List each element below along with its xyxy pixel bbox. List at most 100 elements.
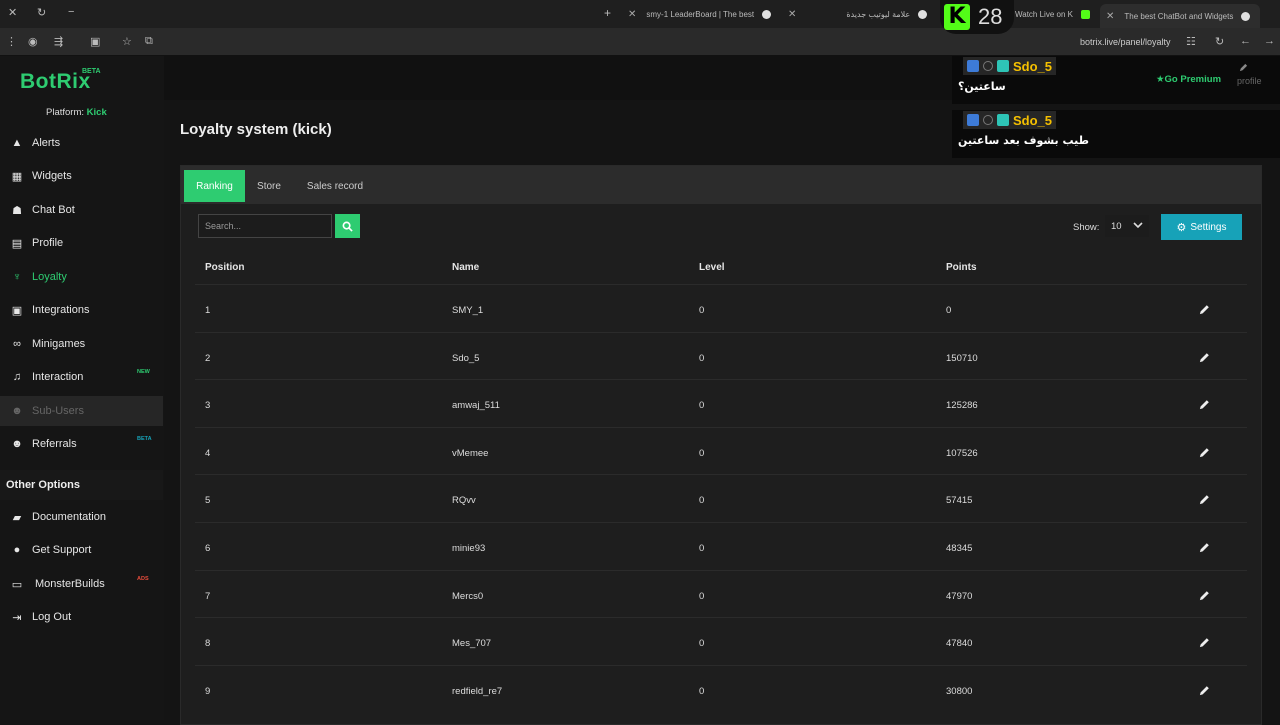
sidebar-item-referrals[interactable]: ☻ Referrals — [0, 429, 163, 459]
edit-button[interactable] — [1199, 683, 1210, 701]
cell-level: 0 — [699, 400, 705, 412]
site-settings-icon[interactable]: ☷ — [1186, 35, 1196, 48]
cell-points: 125286 — [946, 400, 978, 412]
badge-icon — [983, 115, 993, 125]
menu-dots-icon[interactable]: ⋮ — [6, 35, 17, 48]
tab-sales-record[interactable]: Sales record — [295, 170, 375, 202]
sidebar-item-profile[interactable]: ▤ Profile — [0, 228, 163, 258]
browser-tab-arabic[interactable]: ✕ علامة ليوتيب جديدة — [788, 4, 936, 24]
settings-button[interactable]: ⚙ Settings — [1161, 214, 1242, 240]
pencil-icon — [1199, 305, 1209, 315]
table-row: 7 Mercs0 0 47970 — [195, 569, 1247, 617]
sidebar-item-sub-users[interactable]: ☻ Sub-Users — [0, 396, 163, 426]
edit-button[interactable] — [1199, 397, 1210, 415]
page-size-select[interactable]: 10 — [1105, 215, 1149, 237]
grid-icon: ▦ — [11, 170, 23, 183]
question-icon: ● — [13, 544, 21, 556]
close-window-icon[interactable]: ✕ — [8, 6, 17, 19]
share-icon[interactable]: ⧉ — [145, 35, 153, 48]
close-tab-icon[interactable]: ✕ — [628, 9, 636, 20]
browser-tab-botrix[interactable]: ✕ The best ChatBot and Widgets — [1100, 4, 1260, 28]
sidebar-item-alerts[interactable]: ▲ Alerts — [0, 128, 163, 158]
kick-favicon-icon — [1080, 9, 1090, 19]
screenshot-icon[interactable]: ▣ — [90, 35, 100, 48]
table-row: 6 minie93 0 48345 — [195, 522, 1247, 569]
cell-position: 5 — [205, 495, 211, 507]
platform-indicator: Platform: Kick — [46, 107, 107, 118]
go-premium-link[interactable]: ★Go Premium — [1156, 74, 1221, 85]
tab-search-icon[interactable]: ⇶ — [54, 35, 63, 48]
new-tab-icon[interactable]: + — [604, 6, 611, 20]
table-row: 5 RQvv 0 57415 — [195, 474, 1247, 521]
book-icon: ▰ — [12, 511, 22, 524]
cell-level: 0 — [699, 543, 705, 554]
logout-icon: ⇥ — [12, 611, 22, 624]
url-field[interactable]: botrix.live/panel/loyalty — [1080, 37, 1171, 47]
column-header-position[interactable]: Position — [205, 262, 244, 273]
search-input[interactable] — [198, 214, 332, 238]
chevron-down-icon — [1133, 222, 1143, 229]
users-icon: ☻ — [11, 405, 23, 417]
cell-points: 47840 — [946, 638, 973, 650]
edit-button[interactable] — [1199, 540, 1210, 558]
sidebar-item-integrations[interactable]: ▣ Integrations — [0, 295, 163, 325]
cell-level: 0 — [699, 495, 705, 507]
sidebar-item-chat-bot[interactable]: ☗ Chat Bot — [0, 195, 163, 225]
edit-button[interactable] — [1199, 302, 1210, 320]
kick-viewer-count: 28 — [978, 4, 1003, 29]
tab-favicon-icon — [762, 9, 772, 19]
gears-icon: ⚙ — [1176, 221, 1187, 234]
chat-message-text: طيب بشوف بعد ساعتين — [958, 134, 1090, 147]
badge-icon — [967, 60, 979, 72]
edit-button[interactable] — [1199, 588, 1210, 606]
table-row: 8 Mes_707 0 47840 — [195, 617, 1247, 664]
brand-beta-badge: BETA — [82, 68, 101, 75]
cell-position: 7 — [205, 590, 211, 602]
reload-icon[interactable]: ↻ — [1215, 35, 1224, 48]
sidebar-item-widgets[interactable]: ▦ Widgets — [0, 161, 163, 191]
column-header-name[interactable]: Name — [452, 262, 479, 273]
bookmark-star-icon[interactable]: ☆ — [122, 35, 132, 48]
sidebar-item-log-out[interactable]: ⇥ Log Out — [0, 602, 163, 632]
sidebar-item-interaction[interactable]: ♫ Interaction — [0, 362, 163, 392]
kick-logo-icon: K — [944, 4, 970, 30]
cell-points: 47970 — [946, 590, 973, 602]
edit-button[interactable] — [1199, 445, 1210, 463]
beta-badge: BETA — [137, 436, 152, 442]
cell-level: 0 — [699, 352, 705, 364]
minimize-icon[interactable]: − — [68, 6, 74, 18]
group-icon: ☻ — [11, 438, 23, 450]
browser-tab-leaderboard[interactable]: ✕ smy-1 LeaderBoard | The best — [628, 4, 778, 24]
tab-ranking[interactable]: Ranking — [184, 170, 245, 202]
brand-logo[interactable]: BotRix — [20, 70, 91, 94]
back-icon[interactable]: → — [1264, 35, 1275, 47]
search-button[interactable] — [335, 214, 360, 238]
edit-button[interactable] — [1199, 492, 1210, 510]
plug-icon: ▣ — [11, 304, 23, 317]
close-tab-icon[interactable]: ✕ — [788, 9, 796, 20]
edit-button[interactable] — [1199, 350, 1210, 368]
page-title: Loyalty system (kick) — [180, 121, 332, 138]
pencil-icon — [1199, 685, 1209, 695]
gamepad-icon: ∞ — [13, 338, 21, 350]
column-header-level[interactable]: Level — [699, 262, 725, 273]
edit-button[interactable] — [1199, 635, 1210, 653]
profile-link[interactable]: profile — [1237, 76, 1262, 86]
sidebar-item-documentation[interactable]: ▰ Documentation — [0, 502, 163, 532]
reload-tab-icon[interactable]: ↻ — [37, 6, 46, 19]
browser-tab-kick[interactable]: Watch Live on K — [1015, 4, 1097, 24]
browser-address-bar: ⋮ ◉ ⇶ ▣ ☆ ⧉ botrix.live/panel/loyalty ☷ … — [0, 28, 1280, 56]
forward-icon[interactable]: ← — [1240, 35, 1251, 47]
sidebar-item-get-support[interactable]: ● Get Support — [0, 535, 163, 565]
sidebar-item-monsterbuilds[interactable]: ▭ MonsterBuilds — [0, 569, 163, 599]
sidebar-item-loyalty[interactable]: ♆ Loyalty — [0, 262, 163, 292]
cell-name: Sdo_5 — [452, 352, 480, 364]
column-header-points[interactable]: Points — [946, 262, 977, 273]
table-row: 9 redfield_re7 0 30800 — [195, 664, 1247, 712]
tab-store[interactable]: Store — [247, 170, 291, 202]
sidebar-item-minigames[interactable]: ∞ Minigames — [0, 329, 163, 359]
extension-icon[interactable]: ◉ — [28, 35, 38, 48]
warning-icon: ▲ — [11, 137, 23, 149]
close-tab-icon[interactable]: ✕ — [1106, 11, 1114, 22]
cell-position: 1 — [205, 305, 211, 316]
